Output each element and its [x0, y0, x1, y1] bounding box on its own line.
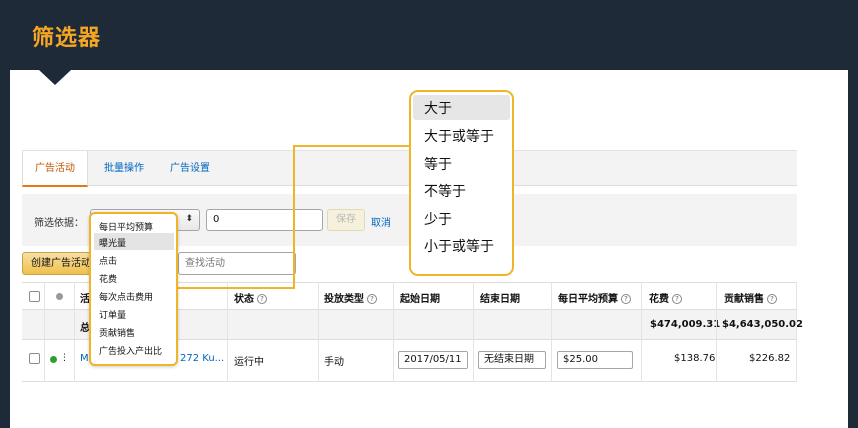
option-clicks[interactable]: 点击: [99, 254, 117, 267]
option-roas[interactable]: 广告投入产出比: [99, 344, 162, 357]
comparison-operator-popup: 大于 大于或等于 等于 不等于 少于 小于或等于: [409, 90, 514, 276]
option-impressions[interactable]: 曝光量: [99, 236, 126, 249]
operator-less-or-equal[interactable]: 小于或等于: [424, 236, 494, 256]
option-daily-budget[interactable]: 每日平均预算: [99, 220, 153, 233]
operator-equal[interactable]: 等于: [424, 154, 452, 174]
operator-greater-or-equal[interactable]: 大于或等于: [424, 126, 494, 146]
operator-less-than[interactable]: 少于: [424, 209, 452, 229]
operator-not-equal[interactable]: 不等于: [424, 181, 466, 201]
option-sales[interactable]: 贡献销售: [99, 326, 135, 339]
filter-field-dropdown: 每日平均预算 曝光量 点击 花费 每次点击费用 订单量 贡献销售 广告投入产出比: [89, 212, 178, 366]
option-spend[interactable]: 花费: [99, 272, 117, 285]
operator-greater-than[interactable]: 大于: [424, 98, 452, 118]
option-cpc[interactable]: 每次点击费用: [99, 290, 153, 303]
option-orders[interactable]: 订单量: [99, 308, 126, 321]
